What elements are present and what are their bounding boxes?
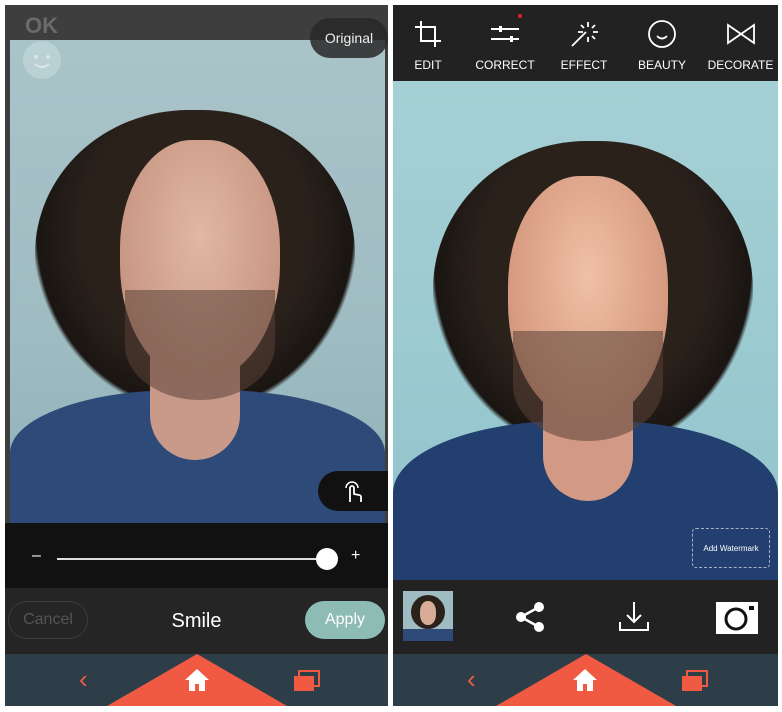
tool-label: CORRECT <box>475 58 535 72</box>
navigation-bar: ‹ <box>393 654 778 706</box>
touch-gesture-button[interactable] <box>318 471 388 511</box>
photo-thumbnail[interactable] <box>403 591 453 641</box>
home-icon[interactable] <box>184 668 210 692</box>
camera-icon[interactable] <box>716 602 758 634</box>
editor-home-screen: EDIT CORRECT EFFECT BEAUTY DECORATE Add … <box>393 5 778 706</box>
photo-preview <box>10 40 385 523</box>
top-toolbar: EDIT CORRECT EFFECT BEAUTY DECORATE <box>393 5 778 81</box>
original-label: Original <box>324 30 374 46</box>
notification-dot <box>518 14 522 18</box>
smiley-icon[interactable] <box>23 41 61 79</box>
touch-gesture-icon <box>345 481 362 502</box>
add-watermark-button[interactable]: Add Watermark <box>692 528 770 568</box>
recent-apps-icon[interactable] <box>293 670 321 692</box>
sliders-icon <box>491 26 519 42</box>
bow-tie-icon <box>726 23 755 45</box>
tool-beauty[interactable]: BEAUTY <box>621 5 703 81</box>
back-icon[interactable]: ‹ <box>467 664 476 695</box>
ok-button[interactable]: OK <box>25 13 58 39</box>
slider-handle[interactable] <box>316 548 338 570</box>
home-icon[interactable] <box>572 668 598 692</box>
smile-editor-screen: OK Original – + Cancel Smile Apply ‹ <box>5 5 388 706</box>
recent-apps-icon[interactable] <box>681 670 709 692</box>
navigation-bar: ‹ <box>5 654 388 706</box>
tool-correct[interactable]: CORRECT <box>463 5 547 81</box>
crop-icon <box>415 21 441 47</box>
tool-effect[interactable]: EFFECT <box>547 5 621 81</box>
tool-label: EFFECT <box>560 58 608 72</box>
smile-icon <box>648 20 676 48</box>
original-button[interactable]: Original <box>310 18 388 58</box>
tool-label: BEAUTY <box>637 58 686 72</box>
action-bar <box>393 580 778 654</box>
tool-label: DECORATE <box>707 58 774 72</box>
tool-edit[interactable]: EDIT <box>393 5 463 81</box>
slider-max-label: + <box>351 547 361 564</box>
slider-min-label: – <box>32 547 41 564</box>
back-icon[interactable]: ‹ <box>79 664 88 695</box>
tool-decorate[interactable]: DECORATE <box>703 5 778 81</box>
smile-slider[interactable] <box>57 558 327 560</box>
apply-button[interactable]: Apply <box>305 601 385 639</box>
download-icon[interactable] <box>618 600 650 632</box>
action-bar: Cancel Smile Apply <box>5 588 388 654</box>
share-icon[interactable] <box>513 600 547 634</box>
magic-wand-icon <box>571 22 598 47</box>
tool-label: EDIT <box>414 58 442 72</box>
photo-preview: Add Watermark <box>393 81 778 580</box>
slider-area: – + <box>5 523 388 588</box>
